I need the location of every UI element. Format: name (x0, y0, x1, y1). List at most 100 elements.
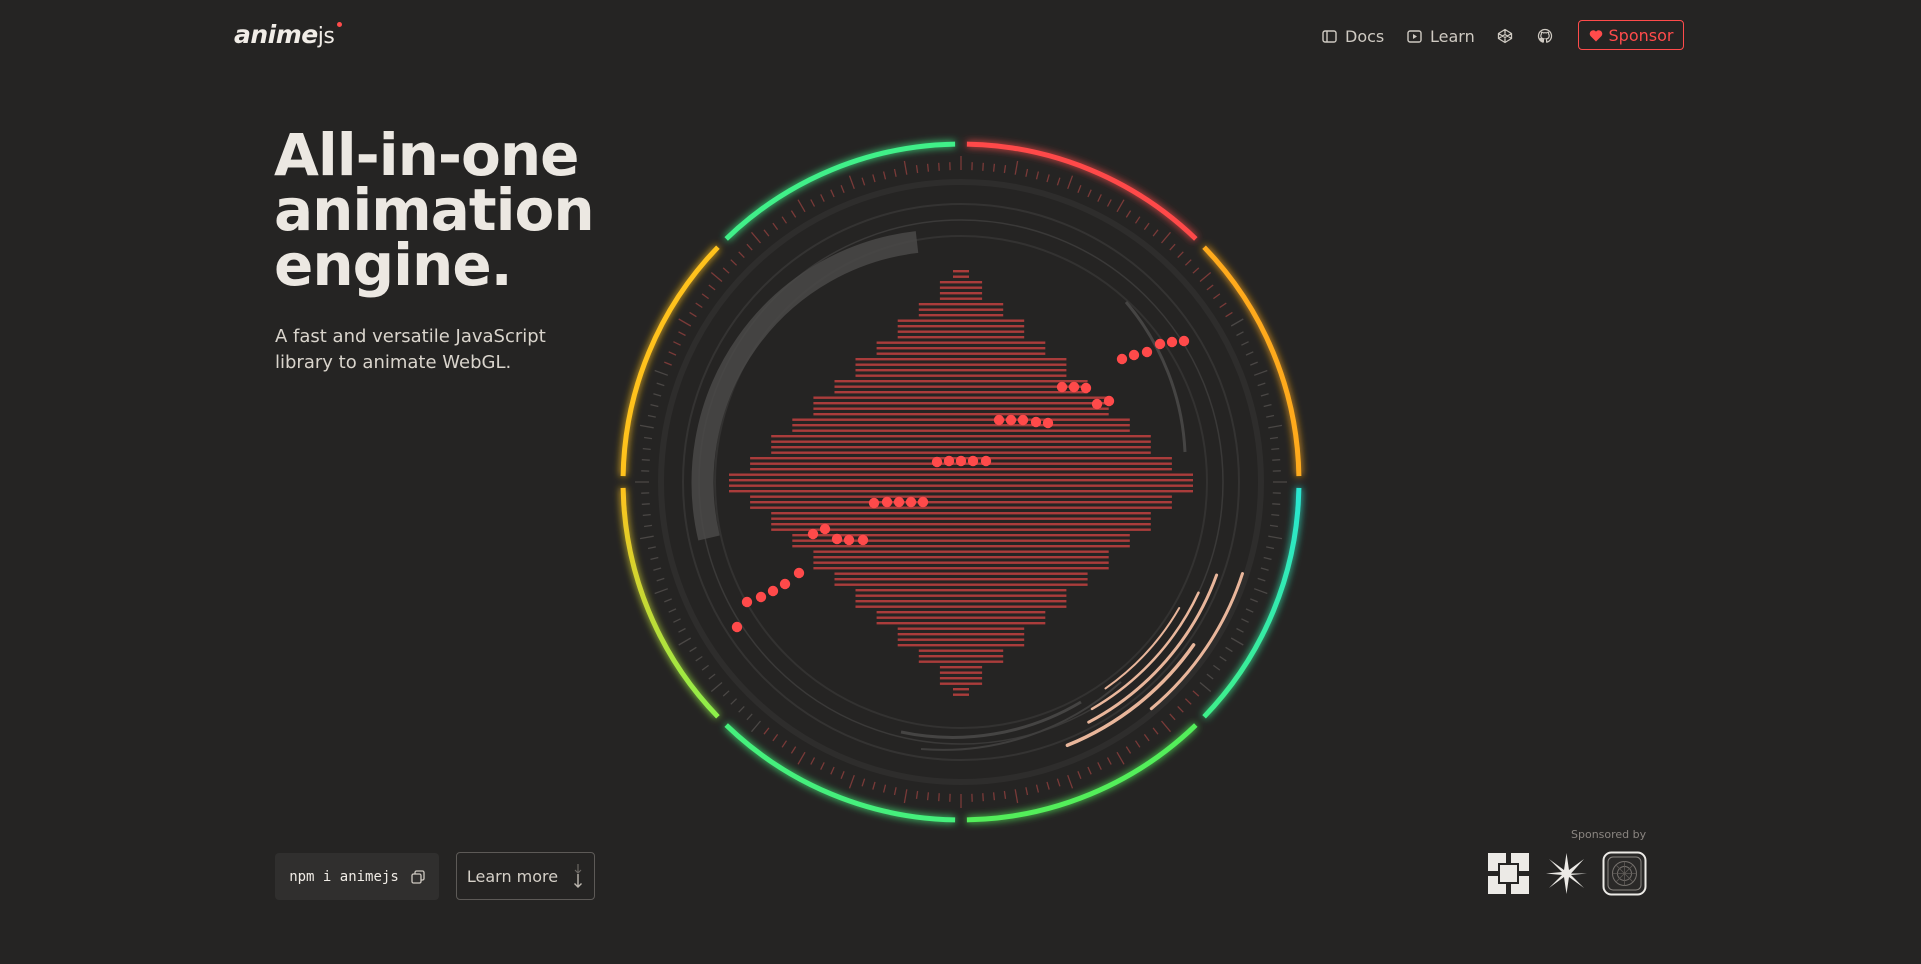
stripe-line (729, 479, 1193, 482)
tick-mark (695, 655, 703, 662)
nav-codepen-link[interactable] (1497, 25, 1513, 47)
tick-mark (1077, 771, 1082, 779)
stripe-line (855, 600, 1067, 603)
stripe-line (834, 583, 1088, 586)
stripe-line (918, 660, 1004, 663)
tick-mark (903, 160, 908, 175)
stripe-line (855, 594, 1067, 597)
npm-install-command[interactable]: npm i animejs (275, 853, 439, 900)
stripe-line (876, 341, 1046, 344)
tick-mark (763, 229, 770, 237)
tick-mark (639, 535, 654, 540)
sponsor-logo-star[interactable] (1544, 851, 1589, 896)
nav-github-link[interactable] (1537, 25, 1553, 47)
tick-mark (656, 382, 665, 387)
stripe-line (813, 561, 1109, 564)
tick-mark (746, 243, 753, 251)
tick-mark (673, 618, 681, 623)
nav-docs-link[interactable]: Docs (1322, 25, 1384, 47)
stripe-line (876, 611, 1046, 614)
tick-mark (656, 577, 665, 582)
stripe-line (939, 297, 983, 300)
tick-mark (882, 171, 887, 180)
stripe-line (771, 517, 1151, 520)
tick-mark (781, 216, 788, 224)
tick-mark (1169, 243, 1176, 251)
trail-dot (731, 621, 743, 633)
tick-mark (872, 174, 876, 183)
tick-mark (668, 351, 677, 356)
tick-mark (1014, 789, 1019, 804)
tick-mark (738, 251, 745, 259)
trail-dot (857, 534, 869, 546)
stripe-line (897, 627, 1025, 630)
stripe-line (876, 616, 1046, 619)
stripe-line (750, 506, 1172, 509)
tick-mark (746, 713, 753, 721)
hero-title-line: All-in-one (274, 121, 579, 189)
trail-dot (1178, 335, 1190, 347)
tick-mark (1260, 393, 1269, 397)
tick-mark (1225, 646, 1233, 653)
stripe-line (771, 451, 1151, 454)
tick-mark (1097, 194, 1102, 202)
tick-mark (751, 720, 761, 733)
tick-mark (810, 757, 816, 765)
tick-mark (678, 637, 692, 646)
tick-mark (642, 447, 651, 451)
tick-mark (1253, 588, 1268, 595)
tick-mark (1003, 790, 1007, 799)
hero-subtitle: A fast and versatile JavaScript library … (275, 326, 546, 373)
arrow-down-icon (574, 864, 583, 888)
nav-learn-link[interactable]: Learn (1407, 25, 1475, 47)
tick-mark (1206, 673, 1214, 680)
tick-mark (1056, 177, 1061, 186)
tick-mark (1230, 637, 1244, 646)
tick-mark (1161, 231, 1171, 244)
trail-dot (1166, 336, 1178, 348)
stripe-line (729, 473, 1193, 476)
tick-mark (797, 751, 806, 765)
tick-mark (926, 163, 930, 172)
sponsor-logo-badge[interactable] (1602, 851, 1647, 896)
trail-dot (1042, 417, 1054, 429)
tick-mark (848, 774, 855, 789)
animejs-logo[interactable]: animejs (234, 20, 343, 49)
stripe-line (729, 490, 1193, 493)
tick-mark (1271, 513, 1280, 517)
tick-mark (664, 361, 672, 366)
tick-mark (1219, 302, 1227, 309)
tick-mark (644, 524, 653, 528)
tick-mark (673, 341, 681, 346)
stripe-line (813, 550, 1109, 553)
stripe-line (876, 352, 1046, 355)
tick-mark (1213, 293, 1221, 300)
logo-text: anime (234, 20, 318, 49)
tick-mark (751, 231, 761, 244)
stripe-line (939, 281, 983, 284)
tick-mark (1272, 459, 1281, 461)
stripe-line (939, 666, 983, 669)
tick-mark (781, 740, 788, 748)
stripe-line (813, 567, 1109, 570)
tick-mark (1266, 414, 1275, 418)
stripe-line (729, 484, 1193, 487)
trail-dot (1068, 381, 1080, 393)
sponsor-button[interactable]: Sponsor (1578, 20, 1684, 50)
ring-segment (1202, 245, 1302, 477)
tick-mark (653, 567, 662, 571)
stripe-line (918, 308, 1004, 311)
tick-mark (1003, 165, 1007, 174)
trail-dot (819, 523, 831, 535)
stripe-line (792, 418, 1130, 421)
tick-mark (1236, 627, 1244, 633)
tick-mark (810, 199, 816, 207)
copy-icon[interactable] (411, 869, 425, 884)
learn-more-button[interactable]: Learn more (456, 852, 595, 900)
sponsor-logo-blocks[interactable] (1486, 851, 1531, 896)
tick-mark (926, 792, 930, 801)
tick-mark (915, 790, 919, 799)
tick-mark (1268, 535, 1283, 540)
tick-mark (1230, 318, 1244, 327)
stripe-line (834, 572, 1088, 575)
